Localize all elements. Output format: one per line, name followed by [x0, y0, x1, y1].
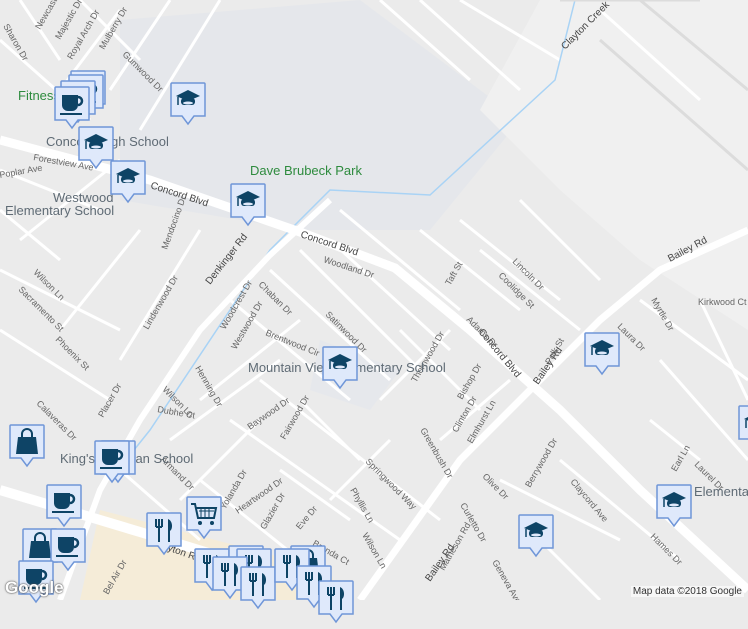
road-label: Denkinger Rd: [204, 232, 250, 287]
map-marker[interactable]: [230, 183, 266, 227]
street-label: Hames Dr: [649, 531, 685, 567]
place-label-dave-brubeck-park: Dave Brubeck Park: [250, 163, 362, 178]
street-label: Matheson Rd: [437, 521, 472, 572]
street-label: Laura Dr: [616, 321, 648, 353]
map-marker[interactable]: [54, 86, 90, 130]
street: [649, 418, 701, 462]
street-label: Eve Dr: [294, 504, 319, 532]
road-label: Concord Blvd: [299, 229, 359, 258]
map-marker[interactable]: [186, 496, 222, 540]
street-label: Myrtle Dr: [649, 296, 676, 333]
street-label: Geneva Ave: [490, 558, 523, 600]
map-marker[interactable]: [322, 346, 358, 390]
map-marker[interactable]: [78, 126, 114, 170]
map-marker[interactable]: [110, 160, 146, 204]
street-label: Sharon Dr: [1, 22, 30, 63]
map-marker[interactable]: [738, 405, 748, 449]
street-label: Wilson Ln: [360, 531, 388, 570]
street-label: Springwood Way: [364, 456, 419, 511]
map-marker[interactable]: [94, 440, 130, 484]
street-label: Thornwood Dr: [409, 330, 446, 384]
place-label-westwood-elementary: Elementary School: [5, 203, 114, 218]
map-attribution[interactable]: Map data ©2018 Google: [630, 586, 744, 597]
street-label: Taft St: [443, 259, 465, 287]
place-label-elementary-school: Elementa: [694, 484, 748, 499]
street-label: Olive Dr: [481, 471, 511, 501]
map-marker[interactable]: [50, 528, 86, 572]
map-marker[interactable]: [46, 484, 82, 528]
map-marker[interactable]: [518, 514, 554, 558]
map-marker[interactable]: [170, 82, 206, 126]
map-marker[interactable]: [584, 332, 620, 376]
street-label: Berrywood Dr: [523, 436, 559, 489]
street-label: Greenbush Dr: [418, 426, 455, 480]
google-logo: Google: [5, 578, 64, 597]
street-label: Henning Dr: [193, 364, 224, 408]
street: [229, 418, 401, 542]
street-label: Chaban Dr: [257, 279, 295, 317]
street-label: Lindenwood Dr: [141, 274, 180, 331]
map-marker[interactable]: [656, 484, 692, 528]
map-marker[interactable]: [146, 512, 182, 556]
map-marker[interactable]: [240, 566, 276, 610]
street-label: Placer Dr: [96, 382, 123, 419]
map-canvas[interactable]: Concord BlvdConcord BlvdConcord BlvdDenk…: [0, 0, 748, 600]
map-marker[interactable]: [9, 424, 45, 468]
street-label: Kirkwood Ct: [698, 297, 747, 307]
street-label: Earl Ln: [669, 443, 692, 473]
map-marker[interactable]: [318, 580, 354, 624]
street: [298, 398, 362, 462]
street: [58, 229, 142, 331]
